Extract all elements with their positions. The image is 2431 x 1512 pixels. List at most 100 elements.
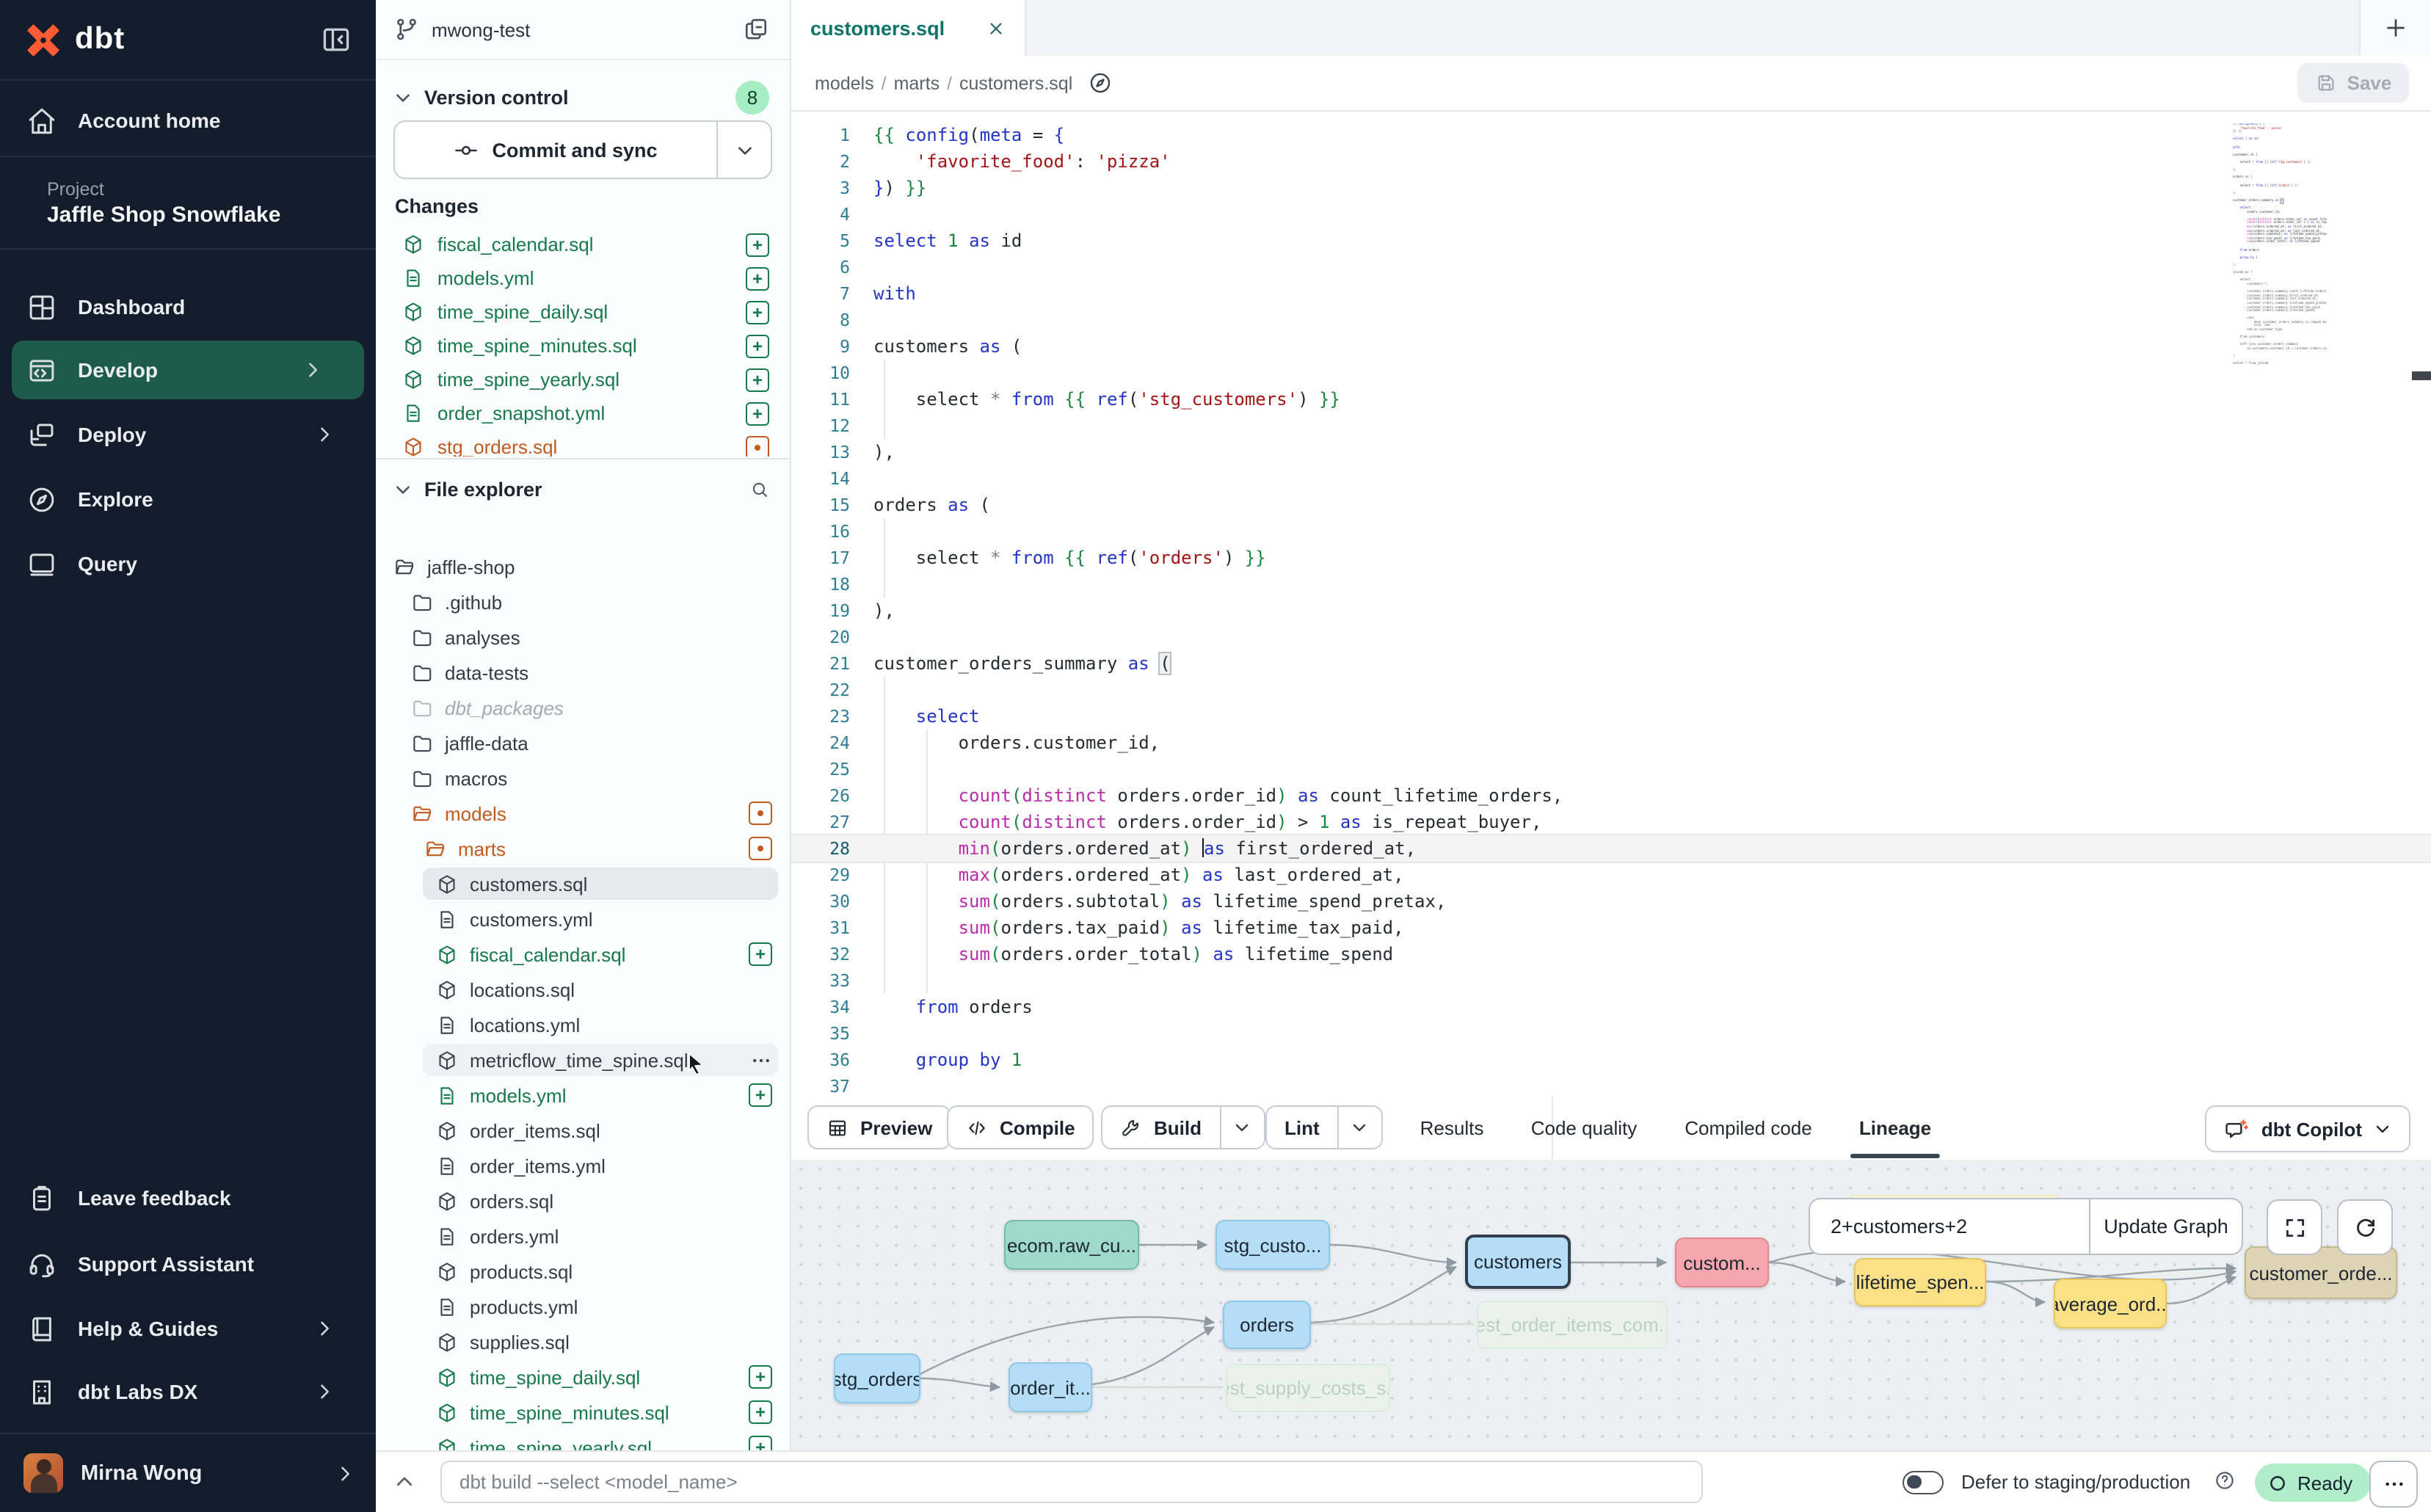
tree-item[interactable]: .github (376, 584, 790, 619)
tree-item[interactable]: data-tests (376, 655, 790, 690)
sidebar-item-deploy[interactable]: Deploy (0, 405, 376, 464)
tab-results[interactable]: Results (1420, 1097, 1484, 1158)
tree-item[interactable]: customers.sql (376, 866, 790, 901)
help-icon[interactable] (2214, 1469, 2236, 1491)
code-line[interactable]: 20 (791, 624, 2431, 650)
code-line[interactable]: 2 'favorite_food': 'pizza' (791, 148, 2431, 175)
sidebar-item-account-home[interactable]: Account home (0, 91, 376, 150)
stage-change-button[interactable]: + (746, 300, 769, 324)
lineage-graph[interactable]: ecom.raw_cu...stg_custo...customerscusto… (791, 1160, 2431, 1450)
lineage-node-stg-customers[interactable]: stg_custo... (1216, 1220, 1330, 1270)
code-line[interactable]: 7with (791, 280, 2431, 307)
stage-change-button[interactable]: + (746, 266, 769, 290)
tree-item[interactable]: models (376, 796, 790, 831)
code-line[interactable]: 11 select * from {{ ref('stg_customers')… (791, 386, 2431, 412)
stage-change-button[interactable]: + (746, 368, 769, 391)
sidebar-item-help-guides[interactable]: Help & Guides (0, 1299, 376, 1358)
code-line[interactable]: 15orders as ( (791, 492, 2431, 518)
compile-button[interactable]: Compile (947, 1105, 1094, 1149)
tree-item[interactable]: macros (376, 760, 790, 796)
code-line[interactable]: 24 orders.customer_id, (791, 730, 2431, 756)
stage-change-button[interactable]: + (749, 1436, 772, 1450)
lineage-node-customers[interactable]: customers (1465, 1235, 1571, 1289)
code-line[interactable]: 6 (791, 254, 2431, 280)
stage-change-button[interactable]: + (746, 233, 769, 256)
code-line[interactable]: 34 from orders (791, 994, 2431, 1020)
code-line[interactable]: 36 group by 1 (791, 1047, 2431, 1073)
lineage-node-average-order[interactable]: average_ord... (2054, 1279, 2167, 1329)
stage-change-button[interactable]: + (749, 1365, 772, 1389)
code-line[interactable]: 28 min(orders.ordered_at) as first_order… (791, 835, 2431, 862)
tree-item[interactable]: locations.yml (376, 1007, 790, 1042)
dbt-copilot-button[interactable]: dbt Copilot (2206, 1105, 2410, 1152)
search-icon[interactable] (750, 479, 769, 498)
lineage-search-input[interactable] (1810, 1215, 2080, 1237)
code-line[interactable]: 1{{ config(meta = { (791, 122, 2431, 148)
sidebar-item-project[interactable]: ProjectJaffle Shop Snowflake (0, 156, 376, 250)
change-row[interactable]: time_spine_yearly.sql+ (376, 363, 790, 396)
tree-item[interactable]: products.sql (376, 1254, 790, 1289)
code-line[interactable]: 31 sum(orders.tax_paid) as lifetime_tax_… (791, 915, 2431, 941)
code-line[interactable]: 17 select * from {{ ref('orders') }} (791, 545, 2431, 571)
fullscreen-button[interactable] (2267, 1199, 2322, 1255)
code-line[interactable]: 26 count(distinct orders.order_id) as co… (791, 782, 2431, 809)
sidebar-item-dashboard[interactable]: Dashboard (0, 277, 376, 336)
sidebar-collapse-icon[interactable] (320, 23, 352, 56)
lineage-node-lifetime-spend[interactable]: lifetime_spen... (1854, 1258, 1986, 1306)
sidebar-item-dbt-labs-dx[interactable]: dbt Labs DX (0, 1362, 376, 1421)
tree-item[interactable]: orders.yml (376, 1218, 790, 1254)
sidebar-item-leave-feedback[interactable]: Leave feedback (0, 1168, 376, 1227)
user-menu[interactable]: Mirna Wong (0, 1433, 376, 1512)
stage-change-button[interactable]: + (746, 401, 769, 425)
code-line[interactable]: 37 (791, 1073, 2431, 1097)
sidebar-item-develop[interactable]: Develop (12, 341, 364, 399)
stage-change-button[interactable]: + (749, 942, 772, 966)
tree-item[interactable]: locations.sql (376, 972, 790, 1007)
stage-change-button[interactable]: + (749, 1083, 772, 1107)
tree-item[interactable]: jaffle-shop (376, 549, 790, 584)
compass-icon[interactable] (1087, 70, 1112, 95)
stage-change-button[interactable]: + (746, 334, 769, 357)
code-line[interactable]: 5select 1 as id (791, 228, 2431, 254)
tree-item[interactable]: metricflow_time_spine.sql (376, 1042, 790, 1077)
lineage-node-test-order-items[interactable]: test_order_items_com... (1477, 1301, 1668, 1349)
status-badge[interactable]: Ready (2255, 1464, 2370, 1502)
code-line[interactable]: 27 count(distinct orders.order_id) > 1 a… (791, 809, 2431, 835)
save-button[interactable]: Save (2297, 63, 2409, 103)
tree-item[interactable]: marts (376, 831, 790, 866)
close-icon[interactable] (986, 18, 1006, 37)
code-line[interactable]: 21customer_orders_summary as ( (791, 650, 2431, 677)
tree-item[interactable]: fiscal_calendar.sql+ (376, 937, 790, 972)
refresh-button[interactable] (2337, 1199, 2393, 1255)
lineage-node-stg-orders[interactable]: stg_orders (834, 1353, 920, 1403)
code-line[interactable]: 10 (791, 360, 2431, 386)
code-line[interactable]: 22 (791, 677, 2431, 703)
change-row[interactable]: time_spine_minutes.sql+ (376, 329, 790, 363)
sidebar-item-explore[interactable]: Explore (0, 470, 376, 528)
file-explorer-header[interactable]: File explorer (376, 467, 790, 511)
tree-item[interactable]: customers.yml (376, 901, 790, 937)
code-line[interactable]: 18 (791, 571, 2431, 597)
build-options-button[interactable] (1219, 1107, 1263, 1148)
change-row[interactable]: fiscal_calendar.sql+ (376, 228, 790, 261)
lineage-node-test-supply-costs[interactable]: test_supply_costs_s... (1226, 1364, 1390, 1412)
change-row[interactable]: models.yml+ (376, 261, 790, 295)
more-options-button[interactable] (2369, 1461, 2418, 1508)
stage-change-button[interactable] (749, 802, 772, 825)
tree-item[interactable]: time_spine_yearly.sql+ (376, 1430, 790, 1450)
tree-item[interactable]: order_items.sql (376, 1113, 790, 1148)
code-line[interactable]: 33 (791, 967, 2431, 994)
tab-lineage[interactable]: Lineage (1859, 1097, 1931, 1158)
tree-item[interactable]: products.yml (376, 1289, 790, 1324)
tab-customers-sql[interactable]: customers.sql (791, 0, 1026, 56)
code-line[interactable]: 32 sum(orders.order_total) as lifetime_s… (791, 941, 2431, 967)
code-line[interactable]: 25 (791, 756, 2431, 782)
commit-options-button[interactable] (716, 122, 771, 178)
code-line[interactable]: 14 (791, 465, 2431, 492)
tree-item[interactable]: analyses (376, 619, 790, 655)
lineage-search[interactable] (1809, 1198, 2089, 1255)
tree-item[interactable]: dbt_packages (376, 690, 790, 725)
minimap[interactable]: {{ config(meta = { 'favorite_food': 'piz… (2233, 123, 2327, 380)
build-button[interactable]: Build (1101, 1105, 1265, 1149)
code-line[interactable]: 16 (791, 518, 2431, 545)
